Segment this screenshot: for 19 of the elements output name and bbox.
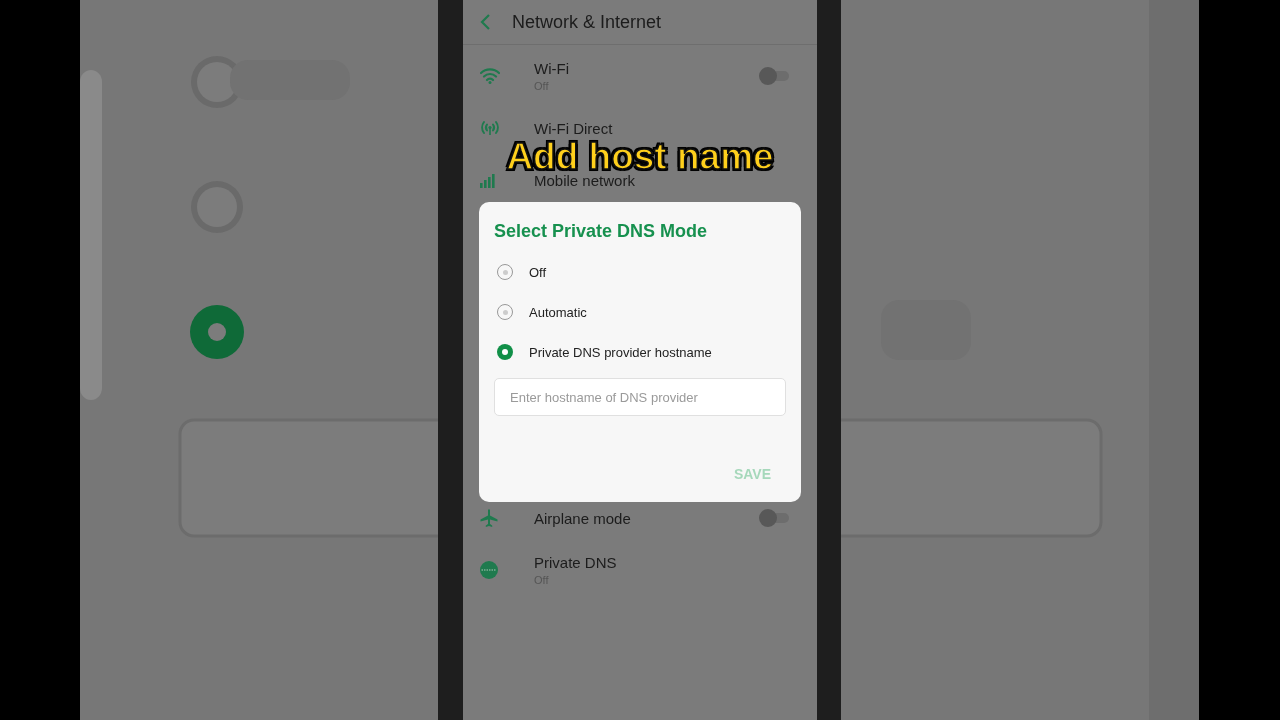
setting-label[interactable]: Airplane mode [534, 509, 759, 527]
radio-button[interactable] [497, 344, 513, 360]
airplane-icon [480, 509, 498, 527]
option-label[interactable]: Automatic [529, 304, 587, 320]
screen-title: Network & Internet [512, 11, 662, 33]
signal-bars-icon [480, 172, 498, 188]
hostname-field[interactable]: Enter hostname of DNS provider [494, 378, 786, 416]
setting-label[interactable]: Private DNS [534, 554, 791, 571]
setting-label[interactable]: Mobile network [534, 171, 791, 189]
toggle-switch[interactable] [759, 67, 791, 85]
setting-label[interactable]: Wi-Fi [534, 60, 759, 77]
globe-icon [480, 561, 498, 579]
dialog-title: Select Private DNS Mode [494, 221, 709, 242]
antenna-icon [480, 120, 500, 136]
toggle-switch[interactable] [759, 509, 791, 527]
wifi-icon [480, 68, 500, 84]
setting-label[interactable]: Wi-Fi Direct [534, 119, 791, 137]
option-label[interactable]: Off [529, 264, 547, 280]
option-label[interactable]: Private DNS provider hostname [529, 344, 712, 360]
